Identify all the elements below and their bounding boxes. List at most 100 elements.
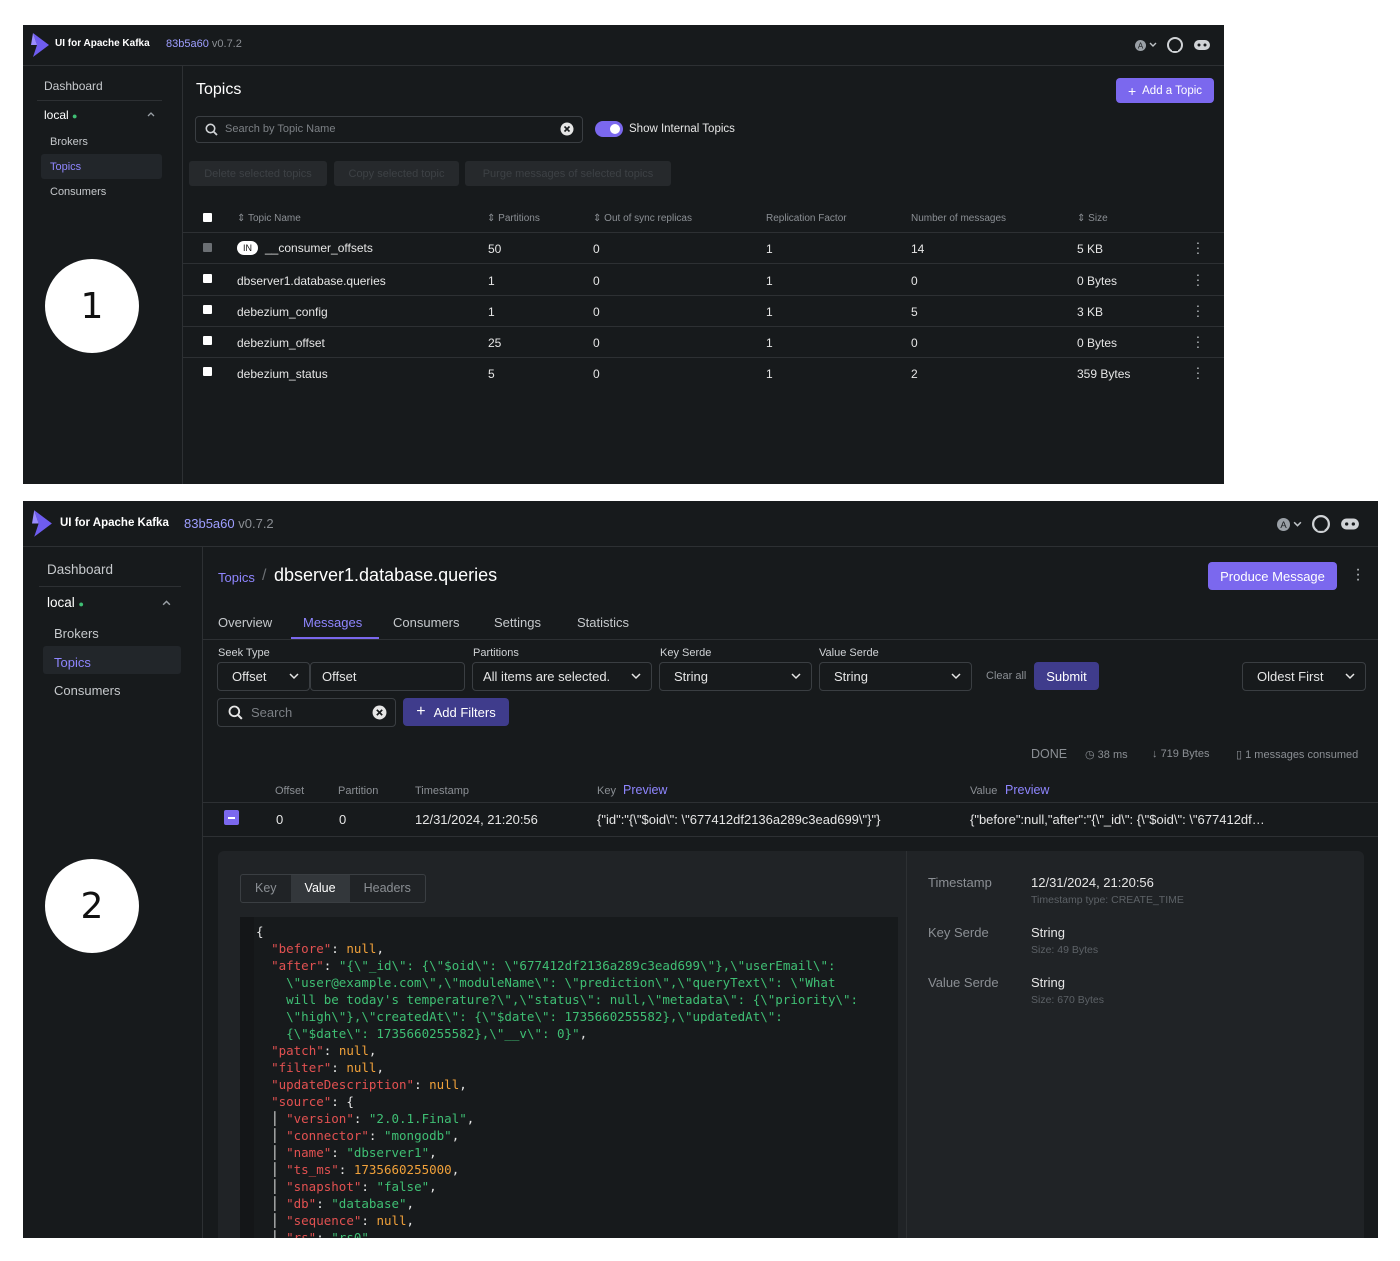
topic-search-input[interactable]: Search by Topic Name xyxy=(195,116,583,143)
sidebar-cluster-local[interactable]: local ● xyxy=(44,108,77,122)
message-key[interactable]: {"id":"{\"$oid\": \"677412df2136a289c3ea… xyxy=(597,812,880,827)
detail-tab-key[interactable]: Key xyxy=(241,875,291,902)
app-name[interactable]: UI for Apache Kafka xyxy=(55,38,150,49)
select-all-checkbox[interactable] xyxy=(203,213,212,222)
produce-message-button[interactable]: Produce Message xyxy=(1208,562,1337,590)
delete-selected-button[interactable]: Delete selected topics xyxy=(189,161,327,186)
topic-size: 5 KB xyxy=(1077,242,1104,256)
discord-icon[interactable] xyxy=(1340,516,1360,532)
seek-type-select[interactable]: Offset xyxy=(217,662,310,691)
chevron-up-icon[interactable] xyxy=(147,111,155,117)
tab-consumers[interactable]: Consumers xyxy=(393,615,459,630)
tab-statistics[interactable]: Statistics xyxy=(577,615,629,630)
row-checkbox[interactable] xyxy=(203,243,212,252)
col-size[interactable]: ⇕ Size xyxy=(1077,213,1108,224)
row-menu-icon[interactable]: · · · xyxy=(1195,267,1201,291)
chevron-up-icon[interactable] xyxy=(162,599,171,606)
value-preview-link[interactable]: Preview xyxy=(1005,783,1049,797)
topic-name[interactable]: debezium_status xyxy=(237,367,328,381)
row-menu-icon[interactable]: · · · xyxy=(1195,298,1201,322)
sidebar-item-dashboard[interactable]: Dashboard xyxy=(44,79,103,93)
col-out-of-sync[interactable]: ⇕ Out of sync replicas xyxy=(593,213,692,224)
row-checkbox[interactable] xyxy=(203,305,212,314)
topic-name[interactable]: debezium_offset xyxy=(237,336,325,350)
topic-name[interactable]: __consumer_offsets xyxy=(265,241,373,255)
kafka-logo-icon[interactable] xyxy=(31,33,50,57)
row-menu-icon[interactable]: · · · xyxy=(1195,329,1201,353)
col-timestamp: Timestamp xyxy=(415,785,469,797)
value-serde-select[interactable]: String xyxy=(819,662,972,691)
out-of-sync: 0 xyxy=(593,336,600,350)
row-menu-icon[interactable]: · · · xyxy=(1195,235,1201,259)
sidebar-item-dashboard[interactable]: Dashboard xyxy=(47,562,113,577)
col-topic-name[interactable]: ⇕ Topic Name xyxy=(237,213,301,224)
breadcrumb-topics[interactable]: Topics xyxy=(218,570,255,585)
key-preview-link[interactable]: Preview xyxy=(623,783,667,797)
sidebar-item-brokers[interactable]: Brokers xyxy=(50,136,88,148)
page-title: Topics xyxy=(196,81,242,98)
consume-status: DONE xyxy=(1031,747,1068,761)
topic-name[interactable]: dbserver1.database.queries xyxy=(237,274,386,288)
tab-messages[interactable]: Messages xyxy=(303,615,362,630)
message-timestamp: 12/31/2024, 21:20:56 xyxy=(415,812,538,827)
message-detail-panel: Key Value Headers { "before": null, "aft… xyxy=(218,851,1364,1238)
tab-settings[interactable]: Settings xyxy=(494,615,541,630)
add-topic-button[interactable]: + Add a Topic xyxy=(1116,78,1214,103)
replication-factor: 1 xyxy=(766,242,773,256)
topic-menu-icon[interactable]: · · · xyxy=(1355,562,1361,588)
user-menu-icon[interactable]: A xyxy=(1277,517,1302,531)
row-checkbox[interactable] xyxy=(203,367,212,376)
sidebar-item-consumers[interactable]: Consumers xyxy=(50,186,106,198)
sort-order-select[interactable]: Oldest First xyxy=(1242,662,1366,691)
user-menu-icon[interactable]: A xyxy=(1135,39,1157,51)
kafka-logo-icon[interactable] xyxy=(32,510,53,537)
row-checkbox[interactable] xyxy=(203,274,212,283)
show-internal-toggle[interactable] xyxy=(595,121,623,137)
sidebar-item-consumers[interactable]: Consumers xyxy=(54,683,120,698)
sidebar-item-topics[interactable]: Topics xyxy=(50,161,81,173)
sidebar-item-topics[interactable]: Topics xyxy=(54,655,91,670)
detail-tab-value[interactable]: Value xyxy=(290,875,350,902)
col-partitions[interactable]: ⇕ Partitions xyxy=(487,213,540,224)
out-of-sync: 0 xyxy=(593,242,600,256)
github-icon[interactable] xyxy=(1167,37,1183,53)
detail-tab-headers[interactable]: Headers xyxy=(350,875,425,902)
message-search-input[interactable]: Search xyxy=(217,698,396,727)
github-icon[interactable] xyxy=(1312,515,1330,533)
topic-name[interactable]: debezium_config xyxy=(237,305,328,319)
app-name[interactable]: UI for Apache Kafka xyxy=(60,517,169,529)
plus-icon: + xyxy=(416,703,426,720)
replication-factor: 1 xyxy=(766,305,773,319)
replication-factor: 1 xyxy=(766,274,773,288)
partitions: 1 xyxy=(488,274,495,288)
clear-search-icon[interactable] xyxy=(560,122,574,136)
json-line: "patch": null, xyxy=(271,1043,377,1058)
tab-overview[interactable]: Overview xyxy=(218,615,272,630)
purge-selected-button[interactable]: Purge messages of selected topics xyxy=(465,161,671,186)
key-serde-select[interactable]: String xyxy=(659,662,812,691)
topic-size: 3 KB xyxy=(1077,305,1104,319)
row-checkbox[interactable] xyxy=(203,336,212,345)
version-hash[interactable]: 83b5a60 xyxy=(166,38,209,50)
discord-icon[interactable] xyxy=(1193,38,1211,52)
add-filters-button[interactable]: + Add Filters xyxy=(403,698,509,726)
json-viewer: { "before": null, "after": "{\"_id\": {\… xyxy=(240,917,898,1238)
collapse-row-button[interactable] xyxy=(224,810,239,825)
sidebar-cluster-local[interactable]: local ● xyxy=(47,595,84,610)
json-line: │ "name": "dbserver1", xyxy=(256,1145,437,1160)
meta-value-serde-label: Value Serde xyxy=(928,975,999,990)
clear-search-icon[interactable] xyxy=(372,705,387,720)
copy-selected-button[interactable]: Copy selected topic xyxy=(334,161,459,186)
partitions-select[interactable]: All items are selected. xyxy=(472,662,652,691)
out-of-sync: 0 xyxy=(593,305,600,319)
clear-all-button[interactable]: Clear all xyxy=(986,670,1026,682)
message-count: 2 xyxy=(911,367,918,381)
offset-input[interactable]: Offset xyxy=(310,662,465,691)
json-line: │ "version": "2.0.1.Final", xyxy=(256,1111,475,1126)
version-hash[interactable]: 83b5a60 xyxy=(184,516,235,531)
value-serde-label: Value Serde xyxy=(819,647,879,659)
sidebar-item-brokers[interactable]: Brokers xyxy=(54,626,99,641)
message-value[interactable]: {"before":null,"after":"{\"_id\": {\"$oi… xyxy=(970,812,1265,827)
submit-button[interactable]: Submit xyxy=(1034,662,1099,690)
row-menu-icon[interactable]: · · · xyxy=(1195,360,1201,384)
